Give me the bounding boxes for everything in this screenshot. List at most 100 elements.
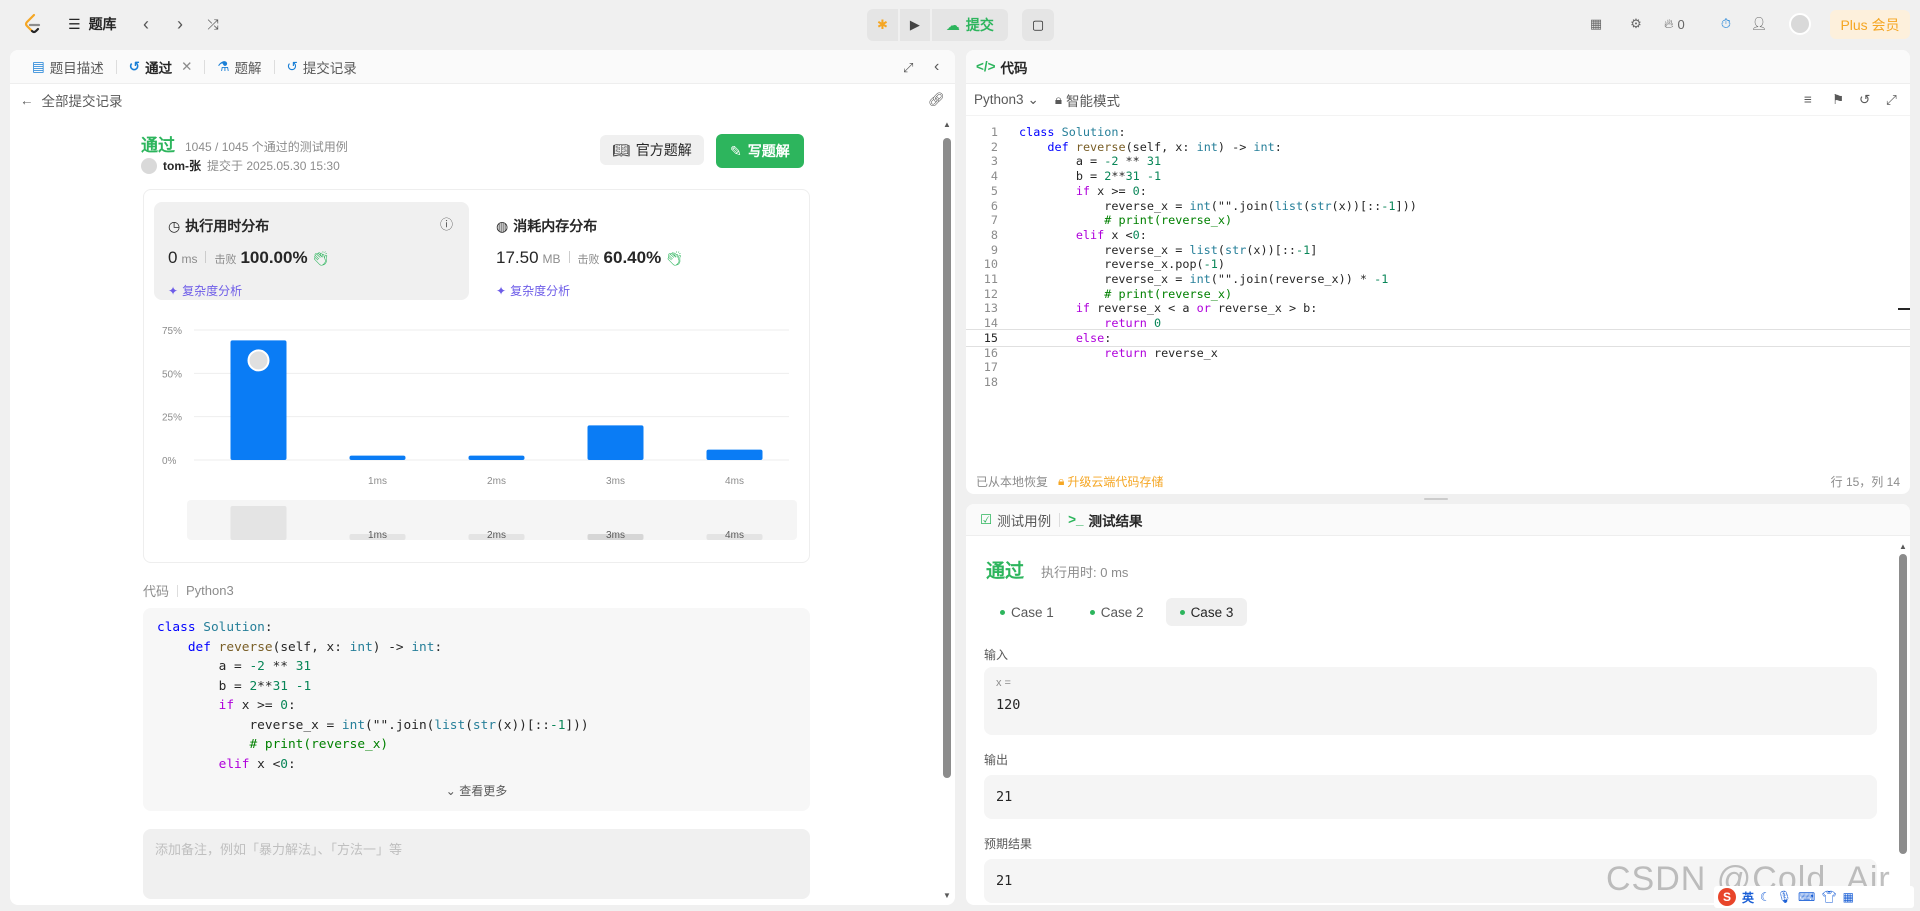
next-problem-icon[interactable]: › [170, 14, 190, 34]
upgrade-storage-link[interactable]: 🔒︎ 升级云端代码存储 [1058, 473, 1163, 490]
double-chevron-down-icon: ⌄ [445, 784, 456, 798]
editor-footer: 已从本地恢复 🔒︎ 升级云端代码存储 行 15，列 14 [976, 473, 1900, 490]
settings-gear-icon[interactable]: ⚙ [1626, 12, 1646, 36]
scroll-thumb[interactable] [1899, 554, 1907, 854]
expected-label: 预期结果 [984, 837, 1033, 851]
code-line: # print(reverse_x) [249, 737, 389, 752]
scroll-down-icon[interactable]: ▼ [943, 891, 951, 900]
grid-icon: ▦ [1842, 890, 1854, 904]
fullscreen-icon[interactable]: ⤢ [1886, 92, 1897, 108]
smart-mode-toggle[interactable]: 🔒︎ 智能模式 [1055, 90, 1120, 110]
layout-icon[interactable]: ▦ [1586, 12, 1606, 36]
user-position-avatar [247, 349, 270, 372]
code-line: if x >= 0: [218, 698, 296, 713]
leetcode-logo-icon[interactable] [20, 12, 44, 36]
code-line: def reverse(self, x: int) -> int: [187, 639, 443, 655]
memory-card[interactable]: ◍ 消耗内存分布 17.50 MB 击败 60.40% 👏︎ ✦ 复杂度分析 [482, 202, 797, 300]
terminal-icon: >_ [1068, 512, 1084, 527]
chart-bar[interactable] [468, 455, 525, 460]
scroll-up-icon[interactable]: ▲ [943, 120, 951, 129]
tab-testcases[interactable]: ☑ 测试用例 [980, 510, 1051, 530]
reset-icon[interactable]: ↺ [1859, 92, 1870, 108]
info-icon[interactable]: ⓘ [440, 214, 453, 233]
code-line: class Solution: [157, 620, 273, 635]
show-more-button[interactable]: ⌄ 查看更多 [143, 782, 810, 799]
user-avatar-small [141, 157, 157, 174]
x-tick-label: 1ms [368, 476, 387, 487]
runtime-card[interactable]: ◷ 执行用时分布 ⓘ 0 ms 击败 100.00% 👏︎ ✦ 复杂度分析 [154, 202, 469, 300]
back-to-submissions[interactable]: ← 全部提交记录 🔗︎ [10, 84, 955, 116]
add-user-icon[interactable]: 👤︎ [1748, 12, 1770, 36]
language-select[interactable]: Python3 ⌄ [974, 92, 1039, 108]
tab-solutions[interactable]: ⚗ 题解 [209, 50, 269, 84]
code-brackets-icon: </> [976, 59, 996, 74]
memory-chip-icon: ◍ [496, 217, 509, 234]
streak-counter[interactable]: 🔥︎ 0 [1664, 12, 1685, 36]
tab-test-results[interactable]: >_ 测试结果 [1068, 510, 1142, 530]
format-icon[interactable]: ≡ [1804, 92, 1812, 107]
case-tab-3[interactable]: Case 3 [1165, 598, 1248, 626]
note-input[interactable]: 添加备注，例如「暴力解法」、「方法一」等 [143, 829, 810, 899]
shirt-icon: 👕︎ [1821, 890, 1837, 904]
write-solution-button[interactable]: ✎ 写题解 [716, 134, 804, 168]
input-value: 120 [996, 697, 1021, 713]
microphone-icon: 🎙︎ [1776, 890, 1793, 904]
output-value: 21 [984, 775, 1877, 819]
scroll-up-icon[interactable]: ▲ [1899, 542, 1907, 551]
x-tick-label: 2ms [487, 476, 506, 487]
code-editor[interactable]: 1 class Solution: 2 def reverse(self, x: i… [966, 123, 1910, 451]
input-label: 输入 [984, 648, 1009, 662]
chart-bar[interactable] [706, 449, 763, 460]
complexity-analysis-link[interactable]: ✦ 复杂度分析 [168, 282, 242, 299]
chart-bar[interactable] [349, 455, 406, 460]
code-editor-panel: </> 代码 Python3 ⌄ 🔒︎ 智能模式 ≡ ⚑ ↺ ⤢ 1 class … [966, 50, 1910, 494]
test-scrollbar[interactable]: ▲ [1899, 542, 1907, 887]
panel-resize-handle[interactable] [955, 50, 966, 905]
submitter-name[interactable]: tom-张 [163, 157, 201, 174]
y-tick-label: 0% [162, 456, 177, 467]
chart-bar[interactable] [587, 425, 644, 460]
problem-list-button[interactable]: ☰ 题库 [68, 14, 117, 34]
close-tab-icon[interactable]: ✕ [181, 59, 192, 75]
code-line: reverse_x = int("".join(list(str(x))[::-… [157, 717, 589, 733]
shuffle-icon[interactable]: ⤮ [203, 14, 223, 34]
run-button[interactable]: ▶ [899, 9, 930, 41]
collapse-icon[interactable]: ‹ [934, 58, 939, 76]
prev-problem-icon[interactable]: ‹ [136, 14, 156, 34]
checkbox-icon: ☑ [980, 511, 993, 527]
mini-tick-label: 1ms [368, 530, 387, 541]
official-solution-button[interactable]: 📖︎ 官方题解 [600, 135, 704, 165]
divider [205, 251, 207, 263]
tab-passed[interactable]: ↺ 通过 ✕ [121, 50, 201, 84]
editor-resize-handle[interactable] [966, 495, 1910, 503]
clap-icon: 👏︎ [311, 250, 330, 266]
ime-toolbar[interactable]: S 英 ☾ 🎙︎ ⌨ 👕︎ ▦ [1714, 886, 1914, 908]
tab-description[interactable]: ▤ 题目描述 [24, 50, 112, 84]
tab-submissions[interactable]: ↺ 提交记录 [279, 50, 365, 84]
book-icon: 📖︎ [612, 141, 630, 158]
share-link-icon[interactable]: 🔗︎ [928, 92, 945, 108]
flask-icon: ⚗ [217, 58, 230, 74]
maximize-icon[interactable]: ⤢ [903, 60, 913, 76]
user-avatar[interactable] [1789, 13, 1811, 35]
case-tab-1[interactable]: Case 1 [986, 598, 1068, 626]
output-label: 输出 [984, 753, 1009, 767]
cloud-upload-icon: ☁ [945, 16, 960, 33]
timer-icon[interactable]: ⏱ [1716, 12, 1736, 36]
left-scrollbar[interactable]: ▲ ▼ [943, 120, 951, 900]
editor-line[interactable]: 18 [966, 373, 1910, 391]
notes-button[interactable]: ▢ [1022, 9, 1054, 41]
moon-icon: ☾ [1760, 890, 1771, 904]
scroll-thumb[interactable] [943, 138, 951, 778]
debug-button[interactable]: ✱ [867, 9, 898, 41]
plus-member-button[interactable]: Plus 会员 [1830, 10, 1910, 39]
complexity-analysis-link[interactable]: ✦ 复杂度分析 [496, 282, 570, 299]
test-result-panel: ☑ 测试用例 >_ 测试结果 通过 执行用时: 0 ms Case 1 Case… [966, 504, 1910, 905]
submit-button[interactable]: ☁ 提交 [931, 9, 1008, 41]
bookmark-icon[interactable]: ⚑ [1832, 92, 1844, 108]
testcases-passed: 1045 / 1045 个通过的测试用例 [185, 140, 348, 154]
code-tab[interactable]: </> 代码 [966, 50, 1910, 84]
pass-dot [1179, 609, 1185, 615]
run-toolbar: ✱ ▶ ☁ 提交 [867, 9, 1008, 41]
case-tab-2[interactable]: Case 2 [1076, 598, 1158, 626]
